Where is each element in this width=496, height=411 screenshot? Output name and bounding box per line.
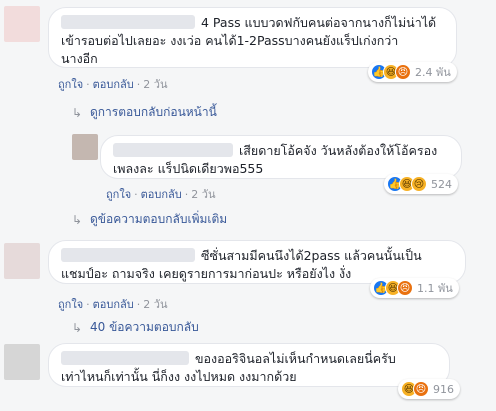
reaction-summary[interactable]: 👍 😆 😠 1.1 พัน [370, 278, 459, 298]
comment-actions: ถูกใจ · ตอบกลับ · 2 วัน [58, 298, 168, 311]
reaction-count: 524 [431, 177, 452, 191]
reply-link[interactable]: ตอบกลับ [141, 188, 182, 201]
comment-text: ของออริจินอลไม่เห็นกำหนดเลยนี่ครับ [195, 351, 396, 366]
comment-bubble: 4 Pass แบบวดฟกับคนต่อจากนางก็ไม่น่าได้ เ… [48, 7, 457, 68]
reaction-count: 916 [433, 382, 454, 396]
timestamp[interactable]: 2 วัน [191, 188, 215, 201]
reply-link[interactable]: ตอบกลับ [93, 78, 134, 91]
reply-arrow-icon: ↳ [72, 105, 83, 120]
comment-text: ซีซั่นสามมีคนนึงได้2pass แล้วคนนั้นเป็น [201, 248, 422, 263]
avatar[interactable] [72, 134, 98, 160]
angry-icon: 😠 [395, 64, 411, 80]
avatar[interactable] [4, 6, 40, 42]
reaction-summary[interactable]: 😆 😠 916 [398, 379, 460, 399]
comment-text: 4 Pass แบบวดฟกับคนต่อจากนางก็ไม่น่าได้ [201, 15, 437, 30]
like-link[interactable]: ถูกใจ [58, 78, 83, 91]
reaction-count: 2.4 พัน [415, 66, 451, 79]
redacted-username[interactable] [113, 143, 233, 157]
reaction-summary[interactable]: 👍 😆 😠 2.4 พัน [368, 62, 457, 82]
sad-icon: 😢 [411, 176, 427, 192]
reaction-summary[interactable]: 👍 😆 😢 524 [384, 174, 458, 194]
reply-arrow-icon: ↳ [72, 212, 83, 227]
comment-bubble: เสียดายโอ้คจัง วันหลังต้องให้โอ้ครอง เพล… [100, 135, 462, 179]
like-link[interactable]: ถูกใจ [106, 188, 131, 201]
angry-icon: 😠 [413, 381, 429, 397]
redacted-username[interactable] [61, 248, 195, 262]
comment-text: เสียดายโอ้คจัง วันหลังต้องให้โอ้ครอง [239, 143, 438, 158]
comment-text: เท่าไหนก็เท่านั้น นี่ก็งง งงไปหมด งงมากด… [61, 369, 297, 384]
timestamp[interactable]: 2 วัน [143, 78, 167, 91]
comment-actions: ถูกใจ · ตอบกลับ · 2 วัน [58, 78, 168, 91]
like-link[interactable]: ถูกใจ [58, 298, 83, 311]
reaction-count: 1.1 พัน [417, 282, 453, 295]
comment-actions: ถูกใจ · ตอบกลับ · 2 วัน [106, 188, 216, 201]
view-40-replies[interactable]: ↳ 40 ข้อความตอบกลับ [72, 318, 199, 337]
reply-arrow-icon: ↳ [72, 320, 83, 335]
reply-link[interactable]: ตอบกลับ [93, 298, 134, 311]
comment-text: เข้ารอบต่อไปเลยอะ งงเว่อ คนได้1-2Passบาง… [61, 33, 399, 48]
avatar[interactable] [4, 243, 40, 279]
avatar[interactable] [4, 344, 40, 380]
view-previous-replies[interactable]: ↳ ดูการตอบกลับก่อนหน้านี้ [72, 103, 217, 122]
redacted-username[interactable] [61, 15, 195, 29]
view-more-replies[interactable]: ↳ ดูข้อความตอบกลับเพิ่มเติม [72, 210, 227, 229]
angry-icon: 😠 [397, 280, 413, 296]
timestamp[interactable]: 2 วัน [143, 298, 167, 311]
redacted-username[interactable] [61, 351, 189, 365]
comment-bubble: ของออริจินอลไม่เห็นกำหนดเลยนี่ครับ เท่าไ… [48, 343, 450, 387]
